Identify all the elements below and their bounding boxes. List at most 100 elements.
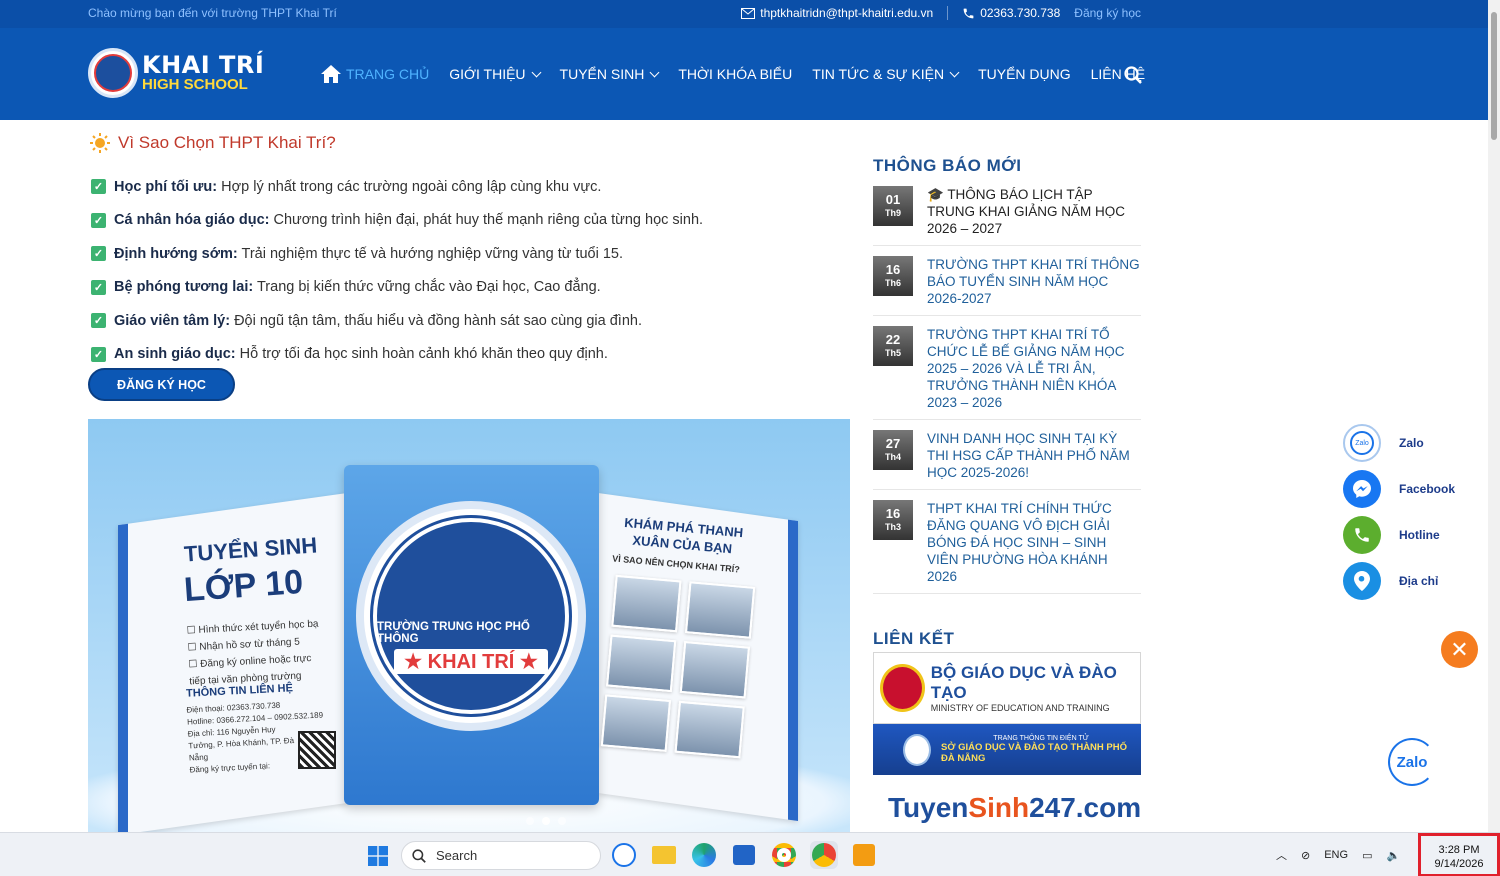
tuyensinh247-link[interactable]: TuyenSinh247.com	[888, 792, 1141, 824]
list-item: ✓ Cá nhân hóa giáo dục: Chương trình hiện…	[91, 204, 703, 238]
location-pin-icon	[1343, 562, 1381, 600]
list-item[interactable]: 16 Th3 THPT KHAI TRÍ CHÍNH THỨC ĐĂNG QUAN…	[873, 500, 1141, 594]
page-scrollbar[interactable]	[1488, 0, 1500, 832]
logo-title: KHAI TRÍ	[142, 51, 265, 79]
chevron-down-icon	[949, 67, 960, 77]
date-badge: 16 Th6	[873, 256, 913, 296]
top-bar: Chào mừng bạn đến với trường THPT Khai T…	[0, 0, 1488, 28]
banner-info-lines: ☐ Hình thức xét tuyển học bạ ☐ Nhận hồ s…	[186, 618, 319, 688]
nav-home[interactable]: TRANG CHỦ	[320, 64, 429, 84]
main-nav: TRANG CHỦ GIỚI THIỆU TUYỂN SINH THỜI KHÓ…	[320, 64, 1145, 84]
nav-news[interactable]: TIN TỨC & SỰ KIỆN	[812, 66, 960, 82]
network-icon[interactable]: ▭	[1362, 849, 1372, 862]
nav-recruitment[interactable]: TUYỂN DỤNG	[978, 66, 1071, 82]
scrollbar-thumb[interactable]	[1491, 12, 1497, 140]
carousel-dot-active[interactable]	[542, 817, 550, 825]
zalo-app-icon[interactable]	[610, 841, 638, 869]
links-heading: LIÊN KẾT	[873, 629, 955, 648]
register-button[interactable]: ĐĂNG KÝ HỌC	[88, 368, 235, 401]
notice-title[interactable]: TRƯỜNG THPT KHAI TRÍ THÔNG BÁO TUYỂN SIN…	[927, 256, 1141, 307]
checkbox-icon: ✓	[91, 212, 106, 228]
system-tray: ︿ ⊘ ENG ▭ 🔈	[1276, 847, 1400, 863]
department-emblem-icon	[903, 733, 932, 766]
photo	[679, 641, 751, 699]
taskbar-clock[interactable]: 3:28 PM 9/14/2026	[1418, 833, 1500, 876]
notice-title[interactable]: VINH DANH HỌC SINH TẠI KỲ THI HSG CẤP TH…	[927, 430, 1141, 481]
notice-title[interactable]: THPT KHAI TRÍ CHÍNH THỨC ĐĂNG QUANG VÔ Đ…	[927, 500, 1141, 585]
top-contact: thptkhaitridn@thpt-khaitri.edu.vn 02363.…	[741, 6, 1141, 20]
nav-admissions[interactable]: TUYỂN SINH	[560, 66, 660, 82]
notice-title[interactable]: 🎓 THÔNG BÁO LỊCH TẬP TRUNG KHAI GIẢNG NĂ…	[927, 186, 1141, 237]
chrome-profile-icon[interactable]	[810, 841, 838, 869]
search-icon[interactable]	[1124, 66, 1142, 84]
search-icon	[412, 848, 426, 863]
sun-icon	[90, 133, 110, 153]
phone-icon	[1343, 516, 1381, 554]
slides-app-icon[interactable]	[850, 841, 878, 869]
phone-icon	[963, 8, 974, 18]
danang-doet-link-banner[interactable]: TRANG THÔNG TIN ĐIỆN TỬ SỞ GIÁO DỤC VÀ Đ…	[873, 724, 1141, 775]
list-item[interactable]: 27 Th4 VINH DANH HỌC SINH TẠI KỲ THI HSG …	[873, 430, 1141, 490]
carousel-dot[interactable]	[526, 817, 534, 825]
close-float-button[interactable]: ✕	[1441, 631, 1478, 668]
why-choose-heading: Vì Sao Chọn THPT Khai Trí?	[90, 133, 336, 153]
volume-icon[interactable]: 🔈	[1386, 849, 1400, 862]
chevron-down-icon	[531, 67, 541, 77]
photo	[606, 634, 677, 693]
nav-about[interactable]: GIỚI THIỆU	[449, 66, 541, 82]
site-header: KHAI TRÍ HIGH SCHOOL TRANG CHỦ GIỚI THIỆ…	[0, 28, 1488, 120]
divider	[947, 6, 949, 20]
notice-title[interactable]: TRƯỜNG THPT KHAI TRÍ TỔ CHỨC LỄ BẾ GIẢNG…	[927, 326, 1141, 411]
welcome-text: Chào mừng bạn đến với trường THPT Khai T…	[88, 6, 337, 20]
messenger-icon	[1343, 470, 1381, 508]
logo-subtitle: HIGH SCHOOL	[142, 76, 248, 93]
national-emblem-icon	[880, 664, 925, 712]
chevron-up-icon[interactable]: ︿	[1276, 847, 1287, 863]
nav-timetable[interactable]: THỜI KHÓA BIỂU	[678, 66, 792, 82]
register-top-link[interactable]: Đăng ký học	[1074, 6, 1141, 20]
float-address[interactable]: Địa chỉ	[1343, 562, 1438, 600]
phone-link[interactable]: 02363.730.738	[962, 6, 1060, 20]
logo-seal-icon	[88, 48, 138, 98]
photo	[600, 694, 672, 752]
taskbar-search[interactable]: Search	[401, 841, 601, 870]
checkbox-icon: ✓	[91, 246, 106, 262]
school-logo[interactable]: KHAI TRÍ HIGH SCHOOL	[88, 48, 264, 98]
float-facebook[interactable]: Facebook	[1343, 470, 1455, 508]
notices-heading: THÔNG BÁO MỚI	[873, 156, 1022, 175]
microsoft-store-icon[interactable]	[730, 841, 758, 869]
email-link[interactable]: thptkhaitridn@thpt-khaitri.edu.vn	[741, 6, 933, 20]
chrome-icon[interactable]	[770, 841, 798, 869]
zalo-chat-button[interactable]: Zalo	[1388, 738, 1436, 786]
cloud-off-icon[interactable]: ⊘	[1301, 849, 1310, 862]
carousel-dots	[526, 817, 566, 825]
home-icon	[321, 65, 341, 83]
checkbox-icon: ✓	[91, 346, 106, 362]
checkbox-icon: ✓	[91, 313, 106, 329]
windows-start-icon[interactable]	[368, 846, 388, 866]
float-zalo[interactable]: Zalo Zalo	[1343, 424, 1424, 462]
list-item[interactable]: 01 Th9 🎓 THÔNG BÁO LỊCH TẬP TRUNG KHAI GI…	[873, 186, 1141, 246]
notices-list: 01 Th9 🎓 THÔNG BÁO LỊCH TẬP TRUNG KHAI GI…	[873, 186, 1141, 604]
list-item: ✓ Định hướng sớm: Trải nghiệm thực tế và …	[91, 237, 703, 271]
checkbox-icon: ✓	[91, 179, 106, 195]
list-item[interactable]: 22 Th5 TRƯỜNG THPT KHAI TRÍ TỔ CHỨC LỄ BẾ…	[873, 326, 1141, 420]
list-item: ✓ An sinh giáo dục: Hỗ trợ tối đa học sin…	[91, 338, 703, 372]
list-item: ✓ Giáo viên tâm lý: Đội ngũ tận tâm, thấu…	[91, 304, 703, 338]
list-item[interactable]: 16 Th6 TRƯỜNG THPT KHAI TRÍ THÔNG BÁO TUY…	[873, 256, 1141, 316]
language-indicator[interactable]: ENG	[1324, 849, 1348, 861]
date-badge: 16 Th3	[873, 500, 913, 540]
file-explorer-icon[interactable]	[650, 841, 678, 869]
ministry-link-banner[interactable]: BỘ GIÁO DỤC VÀ ĐÀO TẠO MINISTRY OF EDUCA…	[873, 652, 1141, 724]
float-hotline[interactable]: Hotline	[1343, 516, 1440, 554]
carousel-dot[interactable]	[558, 817, 566, 825]
date-badge: 27 Th4	[873, 430, 913, 470]
photo	[684, 581, 756, 639]
zalo-icon: Zalo	[1343, 424, 1381, 462]
banner-grade-title: LỚP 10	[182, 562, 305, 610]
edge-browser-icon[interactable]	[690, 841, 718, 869]
admission-banner[interactable]: TRƯỜNG TRUNG HỌC PHỔ THÔNG ★ KHAI TRÍ ★ …	[88, 419, 850, 832]
benefit-list: ✓ Học phí tối ưu: Hợp lý nhất trong các t…	[91, 170, 703, 371]
list-item: ✓ Học phí tối ưu: Hợp lý nhất trong các t…	[91, 170, 703, 204]
date-badge: 22 Th5	[873, 326, 913, 366]
